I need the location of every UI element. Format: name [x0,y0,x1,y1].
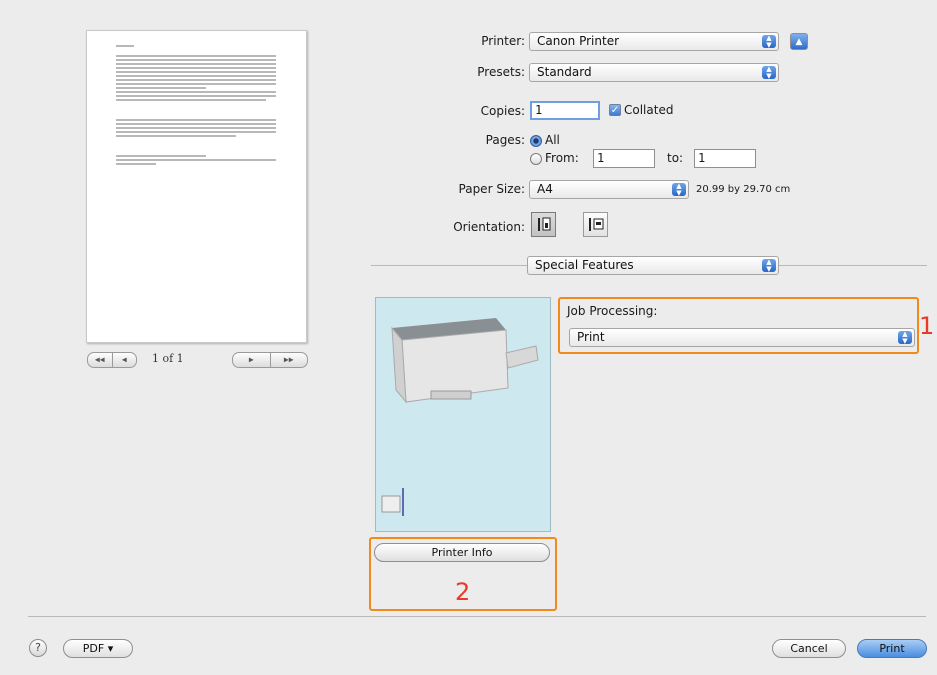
pages-to-field[interactable]: 1 [694,149,756,168]
pages-all-radio[interactable] [530,135,542,147]
pages-label: Pages: [485,133,525,147]
landscape-orientation-button[interactable] [583,212,608,237]
pages-from-radio[interactable] [530,153,542,165]
orientation-label: Orientation: [453,220,525,234]
updown-arrows-icon: ▲ ▼ [672,183,686,196]
paper-size-select[interactable]: A4 ▲ ▼ [529,180,689,199]
cancel-button[interactable]: Cancel [772,639,846,658]
page-preview [86,30,307,343]
job-processing-select[interactable]: Print ▲ ▼ [569,328,915,347]
printer-illustration [381,318,539,516]
annotation-number-1: 1 [919,312,935,340]
section-menu-value: Special Features [535,258,634,272]
collated-checkbox[interactable]: ✓ [609,104,621,116]
pages-all-label: All [545,133,560,147]
last-page-button[interactable]: ▶▶ [269,353,308,367]
page-count: 1 of 1 [152,352,184,365]
portrait-orientation-button[interactable] [531,212,556,237]
collated-label: Collated [624,103,674,117]
updown-arrows-icon: ▲ ▼ [762,66,776,79]
first-page-button[interactable]: ◀◀ [88,353,112,367]
copies-label: Copies: [480,104,525,118]
section-menu-select[interactable]: Special Features ▲ ▼ [527,256,779,275]
presets-label: Presets: [477,65,525,79]
paper-size-value: A4 [537,182,553,196]
copies-field[interactable]: 1 [530,101,600,120]
pages-to-label: to: [667,151,684,165]
pages-from-label: From: [545,151,579,165]
landscape-icon [589,218,604,231]
updown-arrows-icon: ▲ ▼ [762,35,776,48]
presets-select[interactable]: Standard ▲ ▼ [529,63,779,82]
preview-nav-forward[interactable]: ▶ ▶▶ [232,352,308,368]
portrait-icon [538,217,551,231]
pdf-menu-button[interactable]: PDF ▾ [63,639,133,658]
preview-nav-back[interactable]: ◀◀ ◀ [87,352,137,368]
next-page-button[interactable]: ▶ [233,353,270,367]
pages-from-field[interactable]: 1 [593,149,655,168]
presets-value: Standard [537,65,592,79]
section-divider-right [779,265,927,266]
updown-arrows-icon: ▲ ▼ [898,331,912,344]
printer-image-pane [375,297,551,532]
annotation-number-2: 2 [455,578,471,606]
paper-size-label: Paper Size: [458,182,525,196]
help-icon[interactable]: ? [29,639,47,657]
job-processing-value: Print [577,330,605,344]
printer-info-button[interactable]: Printer Info [374,543,550,562]
paper-dimensions: 20.99 by 29.70 cm [696,184,791,195]
printer-label: Printer: [481,34,525,48]
job-processing-label: Job Processing: [567,304,658,318]
printer-value: Canon Printer [537,34,620,48]
section-divider-left [371,265,527,266]
printer-select[interactable]: Canon Printer ▲ ▼ [529,32,779,51]
updown-arrows-icon: ▲ ▼ [762,259,776,272]
disclosure-triangle-icon[interactable]: ▲ [790,33,808,50]
footer-divider [28,616,926,617]
previous-page-button[interactable]: ◀ [111,353,137,367]
print-button[interactable]: Print [857,639,927,658]
